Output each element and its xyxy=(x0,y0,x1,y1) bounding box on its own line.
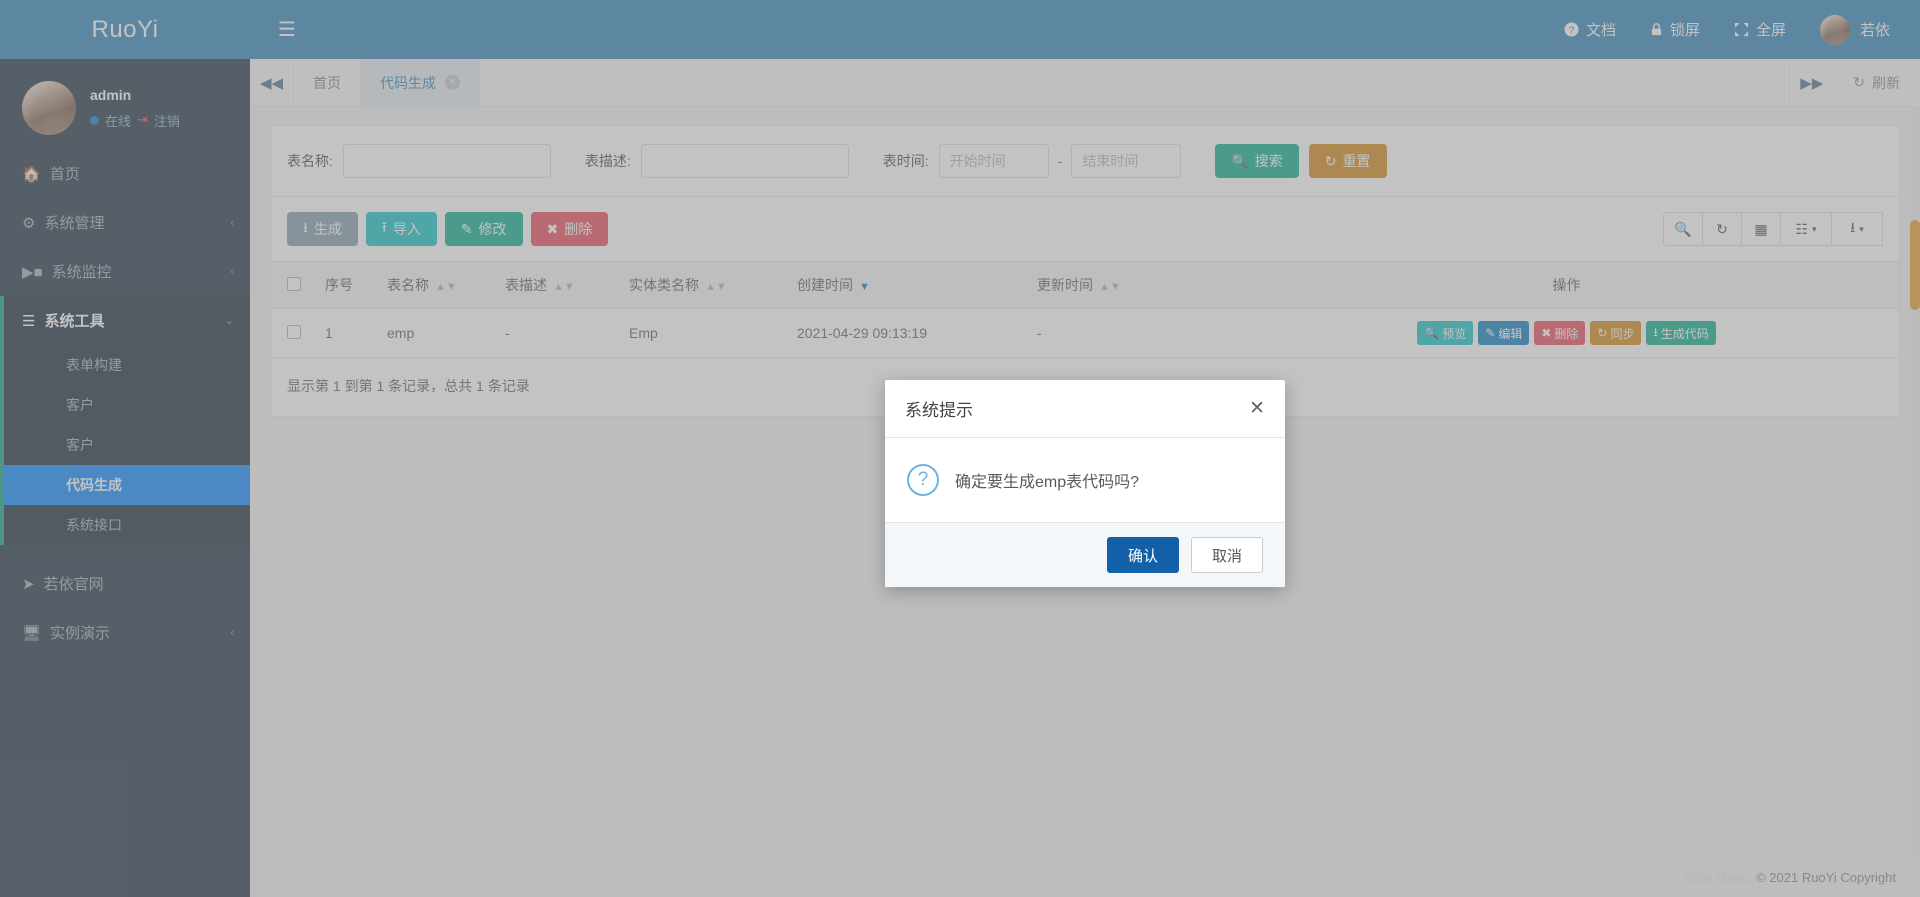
modal-body: ? 确定要生成emp表代码吗? xyxy=(885,438,1285,522)
modal-cancel-button[interactable]: 取消 xyxy=(1190,537,1263,573)
modal-close-icon[interactable]: ✕ xyxy=(1249,399,1265,418)
modal-header: 系统提示 ✕ xyxy=(885,380,1285,438)
app-root: RuoYi admin 在线 ⇥ 注销 🏠 首页 ⚙ 系统管理 ‹ ▶■ 系统监… xyxy=(0,0,1920,897)
modal-title: 系统提示 xyxy=(905,401,973,420)
modal-footer: 确认 取消 xyxy=(885,522,1285,587)
confirm-modal: 系统提示 ✕ ? 确定要生成emp表代码吗? 确认 取消 xyxy=(885,380,1285,587)
modal-message: 确定要生成emp表代码吗? xyxy=(955,474,1140,491)
modal-confirm-button[interactable]: 确认 xyxy=(1106,537,1179,573)
question-icon: ? xyxy=(907,464,939,496)
